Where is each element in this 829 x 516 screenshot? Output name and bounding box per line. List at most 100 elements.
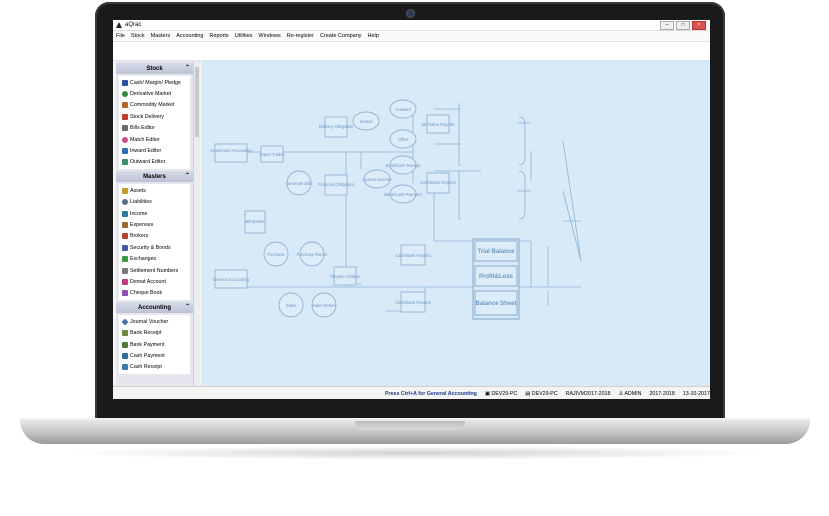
sidebar-item-cash-receipt[interactable]: Cash Receipt (119, 362, 190, 373)
section-body-stock: Cash/ Margin/ Pledge Derivative Market C… (119, 76, 190, 170)
node-purchase-return[interactable]: Purchase Return (297, 252, 328, 257)
sidebar-item-brokers[interactable]: Brokers (119, 231, 190, 242)
maximize-button[interactable]: □ (676, 21, 690, 30)
sidebar-item-inward-editor[interactable]: Inward Editor (119, 145, 190, 156)
sidebar-item-exchanges[interactable]: Exchanges (119, 253, 190, 264)
inward-icon (122, 148, 128, 155)
node-cash-bank-reports-3[interactable]: Cash/Bank Reports (395, 300, 431, 305)
menu-file[interactable]: File (113, 33, 128, 39)
collapse-chevron-icon[interactable]: ⌃ (185, 303, 190, 310)
node-bank-cash-payment[interactable]: Bank/Cash Payment (384, 192, 422, 197)
menu-accounting[interactable]: Accounting (173, 33, 206, 39)
minimize-button[interactable]: – (660, 21, 674, 30)
node-sales-return[interactable]: Sales Return (312, 303, 336, 308)
status-user: ♙ ADMIN (618, 390, 642, 397)
sidebar-item-cheque-book[interactable]: Cheque Book (119, 288, 190, 299)
sidebar-item-label: Expenses (130, 221, 154, 228)
collapse-chevron-icon[interactable]: ⌃ (185, 172, 190, 179)
camera-icon (407, 10, 414, 17)
sidebar-item-assets[interactable]: Assets (119, 185, 190, 196)
demat-icon (122, 278, 128, 285)
sidebar-item-match-editor[interactable]: Match Editor (119, 134, 190, 145)
window-title: aQrac (125, 22, 142, 28)
sidebar-item-bills-editor[interactable]: Bills Editor (119, 123, 190, 134)
section-body-accounting: Journal Voucher Bank Receipt Bank Paymen… (119, 315, 190, 374)
menu-bar: File Stock Masters Accounting Reports Ut… (113, 31, 710, 42)
node-trial-balance[interactable]: Trial Balance (477, 249, 515, 255)
book-icon (122, 79, 128, 86)
menu-re-register[interactable]: Re-register (284, 33, 317, 39)
sidebar-item-journal-voucher[interactable]: Journal Voucher (119, 316, 190, 327)
settlement-icon (122, 267, 128, 274)
cash-receipt-icon (122, 364, 128, 371)
sidebar-item-commodity-market[interactable]: Commodity Market (119, 100, 190, 111)
sidebar-item-bank-payment[interactable]: Bank Payment (119, 339, 190, 350)
menu-help[interactable]: Help (365, 33, 382, 39)
sidebar-item-label: Bank Payment (130, 341, 165, 348)
sidebar-item-bank-receipt[interactable]: Bank Receipt (119, 327, 190, 338)
sidebar-item-label: Bills Editor (130, 125, 156, 132)
sidebar-scrollbar[interactable] (193, 61, 200, 386)
scrollbar-thumb[interactable] (195, 67, 199, 137)
section-header-stock[interactable]: Stock ⌃ (116, 63, 193, 74)
collapse-chevron-icon[interactable]: ⌃ (185, 64, 190, 71)
node-offset[interactable]: Offset (398, 137, 410, 142)
section-header-accounting[interactable]: Accounting ⌃ (116, 302, 193, 314)
section-title: Accounting (138, 304, 171, 311)
tools-icon (122, 102, 128, 109)
sidebar-item-derivative-market[interactable]: Derivative Market (119, 88, 190, 99)
menu-create-company[interactable]: Create Company (317, 33, 365, 39)
node-bank-cash-receipt[interactable]: Bank/Cash Receipt (385, 163, 421, 168)
node-purchase[interactable]: Purchase (267, 252, 285, 257)
sidebar-item-liabilities[interactable]: Liabilities (119, 197, 190, 208)
sidebar-item-label: Stock Delivery (130, 113, 164, 120)
node-mf-value-reports[interactable]: MF/Value Reports (422, 122, 455, 127)
sidebar-item-demat-account[interactable]: Demat Account (119, 276, 190, 287)
menu-reports[interactable]: Reports (206, 33, 231, 39)
app-logo-icon (116, 22, 122, 28)
status-hint: Press Ctrl+A for General Accounting (385, 390, 477, 397)
app-window: aQrac – □ × File Stock Masters Accountin… (113, 20, 710, 399)
brokers-icon (122, 233, 128, 240)
menu-windows[interactable]: Windows (255, 33, 283, 39)
node-outward[interactable]: Outward (395, 107, 411, 112)
sidebar-item-income[interactable]: Income (119, 208, 190, 219)
sidebar-item-label: Inward Editor (130, 148, 162, 155)
section-header-masters[interactable]: Masters ⌃ (116, 171, 193, 183)
sidebar-item-label: Security & Bonds (130, 244, 171, 251)
sidebar-item-label: Derivative Market (130, 91, 172, 98)
sidebar-item-security-bonds[interactable]: Security & Bonds (119, 242, 190, 253)
menu-masters[interactable]: Masters (148, 33, 174, 39)
sidebar-item-outward-editor[interactable]: Outward Editor (119, 157, 190, 168)
node-cash-bank-reports[interactable]: Cash/Bank Reports (420, 180, 456, 185)
node-bill-market[interactable]: Bill Market (245, 219, 265, 224)
node-inward[interactable]: Inward (360, 119, 373, 124)
node-financial-obligation[interactable]: Financial Obligation (318, 182, 355, 187)
close-button[interactable]: × (692, 21, 706, 30)
node-generate-bills[interactable]: Generate Bills (286, 181, 312, 186)
node-profit-loss[interactable]: Profit&Loss (479, 274, 514, 280)
cash-payment-icon (122, 352, 128, 359)
workflow-diagram: Investment Accounting Import Trades Gene… (201, 61, 710, 386)
sidebar-item-stock-delivery[interactable]: Stock Delivery (119, 111, 190, 122)
sidebar-item-expenses[interactable]: Expenses (119, 219, 190, 230)
node-delivery-obligation[interactable]: Delivery Obligation (319, 124, 354, 129)
node-balance-sheet[interactable]: Balance Sheet (475, 301, 516, 307)
sidebar-item-cash-margin-pledge[interactable]: Cash/ Margin/ Pledge (119, 77, 190, 88)
node-prepare-challan[interactable]: Prepare Challan (330, 274, 360, 279)
menu-stock[interactable]: Stock (128, 33, 148, 39)
menu-utilities[interactable]: Utilities (232, 33, 256, 39)
node-general-accounting[interactable]: General Accounting (213, 277, 249, 282)
workflow-diagram-svg: Investment Accounting Import Trades Gene… (210, 99, 582, 320)
node-cash-bank-reports-2[interactable]: Cash/Bank Reports (395, 253, 431, 258)
sidebar-item-label: Assets (130, 187, 146, 194)
node-journal-voucher[interactable]: Journal Voucher (362, 177, 392, 182)
expenses-icon (122, 221, 128, 228)
sidebar-item-cash-payment[interactable]: Cash Payment (119, 350, 190, 361)
node-sales[interactable]: Sales (286, 303, 296, 308)
node-import-trades[interactable]: Import Trades (259, 152, 284, 157)
sidebar-item-settlement-numbers[interactable]: Settlement Numbers (119, 265, 190, 276)
bank-receipt-icon (122, 330, 128, 337)
status-pc-2: ▤ DEV29-PC (525, 390, 558, 397)
node-investment-accounting[interactable]: Investment Accounting (210, 148, 252, 153)
